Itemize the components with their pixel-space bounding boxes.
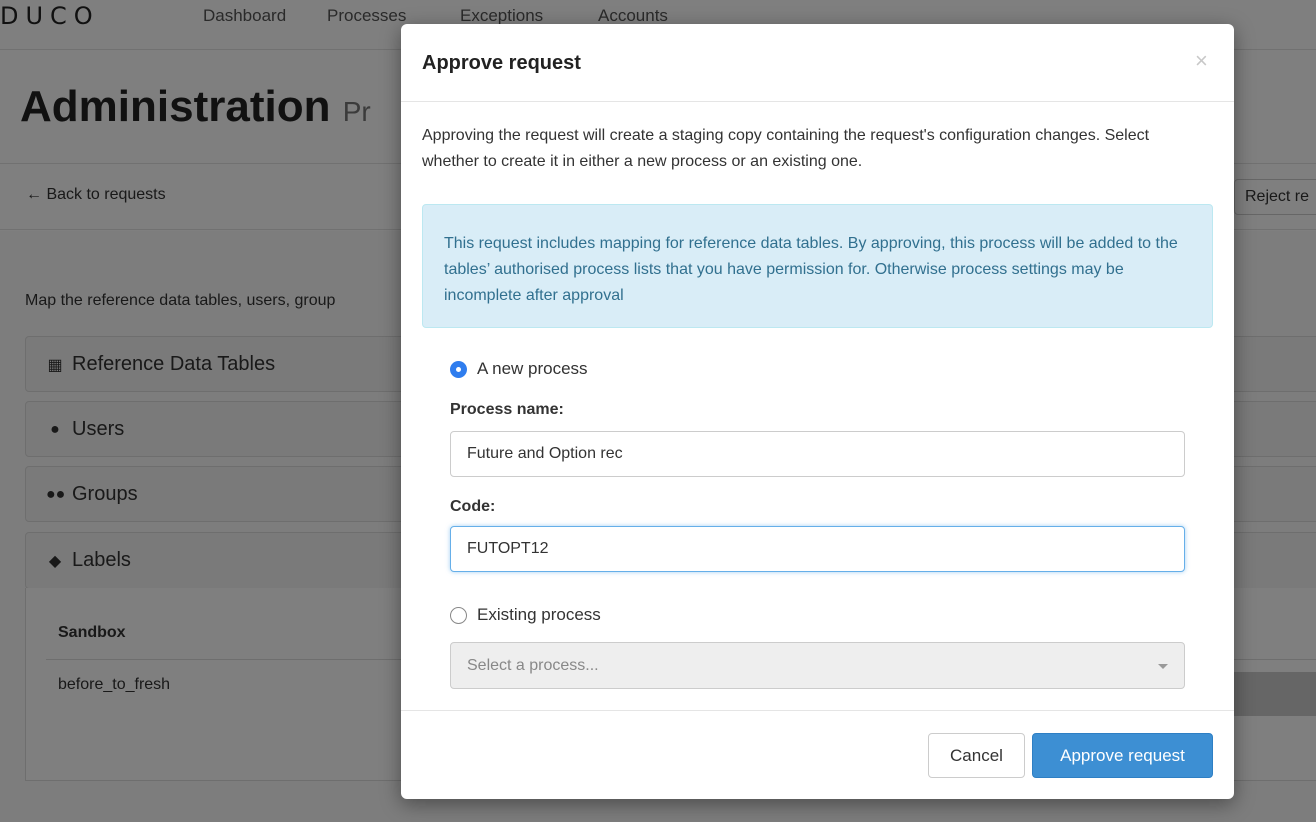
radio-new-process[interactable] <box>450 360 467 378</box>
modal-title: Approve request <box>422 52 581 74</box>
existing-process-label: Existing process <box>477 605 601 624</box>
cancel-button[interactable]: Cancel <box>928 733 1025 778</box>
chevron-down-icon <box>1158 664 1168 669</box>
modal-footer: Cancel Approve request <box>401 710 1234 799</box>
process-name-input[interactable] <box>450 431 1185 477</box>
modal-header: Approve request × <box>401 24 1234 102</box>
approve-request-modal: Approve request × Approving the request … <box>401 24 1234 799</box>
process-select-placeholder: Select a process... <box>467 657 599 674</box>
approve-request-button[interactable]: Approve request <box>1032 733 1213 778</box>
process-select[interactable]: Select a process... <box>450 642 1185 689</box>
code-label: Code: <box>450 498 496 515</box>
close-icon[interactable]: × <box>1195 48 1208 74</box>
new-process-label: A new process <box>477 359 588 378</box>
info-alert: This request includes mapping for refere… <box>422 204 1213 328</box>
modal-description: Approving the request will create a stag… <box>422 127 1150 170</box>
code-input[interactable] <box>450 526 1185 572</box>
info-alert-text: This request includes mapping for refere… <box>444 235 1178 304</box>
radio-existing-process[interactable] <box>450 606 467 624</box>
new-process-option[interactable]: A new process <box>450 359 588 379</box>
process-name-label: Process name: <box>450 401 564 418</box>
existing-process-option[interactable]: Existing process <box>450 605 601 625</box>
